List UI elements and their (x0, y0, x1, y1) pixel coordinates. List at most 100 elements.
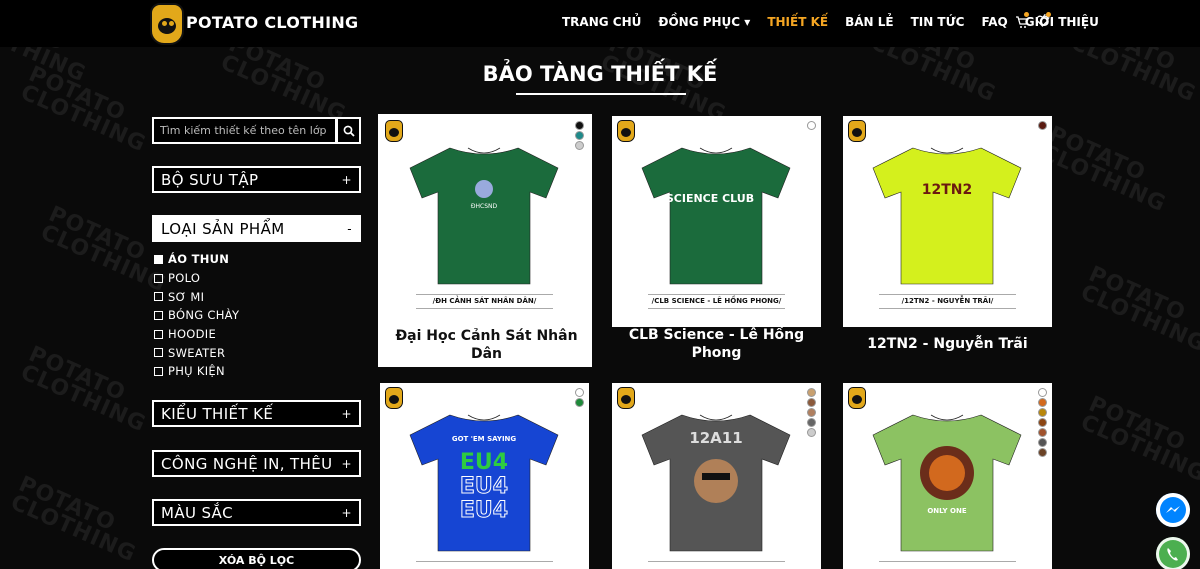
tshirt-image[interactable]: 12TN2 (861, 134, 1034, 292)
tshirt-image[interactable]: ONLY ONE (861, 401, 1034, 559)
option-bong-chay[interactable]: BÓNG CHÀY (154, 306, 239, 325)
checkbox[interactable] (154, 310, 163, 320)
svg-text:ONLY ONE: ONLY ONE (927, 507, 966, 515)
option-label: ÁO THUN (168, 252, 230, 267)
color-swatch[interactable] (1038, 418, 1047, 427)
color-swatch[interactable] (575, 131, 584, 140)
product-card[interactable]: SCIENCE CLUB /CLB SCIENCE - LÊ HỒNG PHON… (612, 116, 821, 327)
collapse-icon: - (347, 221, 352, 236)
filter-design-type-label: KIỂU THIẾT KẾ (161, 404, 274, 423)
brand-name[interactable]: POTATO CLOTHING (186, 13, 358, 32)
color-swatches (575, 121, 584, 150)
product-card[interactable]: 12TN2 /12TN2 - NGUYỄN TRÃI/ (843, 116, 1052, 327)
option-ao-thun[interactable]: ÁO THUN (154, 250, 239, 269)
color-swatch[interactable] (575, 121, 584, 130)
product-name[interactable]: Đại Học Cảnh Sát Nhân Dân (382, 327, 591, 363)
color-swatch[interactable] (575, 141, 584, 150)
filter-collection[interactable]: BỘ SƯU TẬP + (152, 166, 361, 193)
phone-button[interactable] (1156, 537, 1190, 569)
svg-text:12A11: 12A11 (689, 429, 742, 447)
nav-home[interactable]: TRANG CHỦ (562, 15, 641, 29)
divider (416, 294, 553, 295)
search-button[interactable] (336, 117, 361, 144)
cart-badge (1024, 12, 1029, 17)
color-swatch[interactable] (1038, 448, 1047, 457)
potato-logo-icon[interactable] (150, 3, 184, 45)
search-icon (343, 125, 355, 137)
nav-uniforms[interactable]: ĐỒNG PHỤC ▾ (658, 15, 750, 29)
messenger-button[interactable] (1156, 493, 1190, 527)
option-label: HOODIE (168, 327, 217, 342)
checkbox[interactable] (154, 292, 163, 302)
filter-print-tech[interactable]: CÔNG NGHỆ IN, THÊU + (152, 450, 361, 477)
divider (648, 308, 785, 309)
checkbox[interactable] (154, 348, 163, 358)
filter-print-tech-label: CÔNG NGHỆ IN, THÊU (161, 454, 333, 473)
option-phu-kien[interactable]: PHỤ KIỆN (154, 362, 239, 381)
expand-icon: + (341, 406, 352, 421)
product-name[interactable]: 12TN2 - Nguyễn Trãi (843, 335, 1052, 353)
nav-faq[interactable]: FAQ (981, 15, 1007, 29)
option-label: POLO (168, 271, 201, 286)
color-swatches (575, 388, 584, 407)
color-swatch[interactable] (575, 398, 584, 407)
product-card[interactable]: GOT 'EM SAYING EU4 EU4 EU4 (380, 383, 589, 569)
color-swatch[interactable] (807, 418, 816, 427)
option-so-mi[interactable]: SƠ MI (154, 287, 239, 306)
color-swatch[interactable] (807, 428, 816, 437)
product-caption: /CLB SCIENCE - LÊ HỒNG PHONG/ (651, 297, 782, 305)
expand-icon: + (341, 172, 352, 187)
option-polo[interactable]: POLO (154, 269, 239, 288)
product-caption: /12TN2 - NGUYỄN TRÃI/ (901, 297, 994, 305)
filter-collection-label: BỘ SƯU TẬP (161, 170, 259, 189)
divider (879, 294, 1016, 295)
cart-icon[interactable] (1015, 15, 1029, 33)
color-swatch[interactable] (1038, 438, 1047, 447)
product-name[interactable]: CLB Science - Lê Hồng Phong (612, 326, 821, 362)
option-hoodie[interactable]: HOODIE (154, 325, 239, 344)
tshirt-image[interactable]: 12A11 (630, 401, 803, 559)
color-swatch[interactable] (1038, 408, 1047, 417)
color-swatch[interactable] (1038, 121, 1047, 130)
divider (416, 561, 553, 562)
heart-icon[interactable] (1036, 15, 1049, 32)
product-type-options: ÁO THUN POLO SƠ MI BÓNG CHÀY HOODIE SWEA… (154, 250, 239, 381)
tshirt-image[interactable]: GOT 'EM SAYINGEU4EU4EU4 (398, 401, 571, 559)
divider (879, 561, 1016, 562)
checkbox[interactable] (154, 366, 163, 376)
product-card[interactable]: ONLY ONE (843, 383, 1052, 569)
color-swatch[interactable] (807, 388, 816, 397)
color-swatch[interactable] (1038, 428, 1047, 437)
filter-design-type[interactable]: KIỂU THIẾT KẾ + (152, 400, 361, 427)
clear-filter-button[interactable]: XÓA BỘ LỌC (152, 548, 361, 569)
option-label: SWEATER (168, 345, 226, 360)
expand-icon: + (341, 456, 352, 471)
nav-retail[interactable]: BÁN LẺ (845, 15, 894, 29)
nav-design[interactable]: THIẾT KẾ (767, 15, 828, 29)
checkbox[interactable] (154, 329, 163, 339)
color-swatch[interactable] (575, 388, 584, 397)
product-card[interactable]: ĐHCSND /ĐH CẢNH SÁT NHÂN DÂN/ (380, 116, 589, 327)
color-swatches (1038, 121, 1047, 130)
option-label: PHỤ KIỆN (168, 364, 225, 379)
checkbox[interactable] (154, 254, 163, 264)
svg-text:GOT 'EM SAYING: GOT 'EM SAYING (452, 435, 517, 443)
color-swatch[interactable] (807, 121, 816, 130)
color-swatches (807, 388, 816, 437)
search-input[interactable] (152, 117, 337, 144)
color-swatch[interactable] (807, 398, 816, 407)
nav-news[interactable]: TIN TỨC (911, 15, 965, 29)
color-swatch[interactable] (1038, 388, 1047, 397)
color-swatches (1038, 388, 1047, 457)
svg-text:SCIENCE CLUB: SCIENCE CLUB (666, 192, 754, 205)
product-card[interactable]: 12A11 (612, 383, 821, 569)
tshirt-image[interactable]: SCIENCE CLUB (630, 134, 803, 292)
tshirt-image[interactable]: ĐHCSND (398, 134, 571, 292)
filter-color[interactable]: MÀU SẮC + (152, 499, 361, 526)
divider (648, 561, 785, 562)
filter-product-type[interactable]: LOẠI SẢN PHẨM - (152, 215, 361, 242)
color-swatch[interactable] (1038, 398, 1047, 407)
color-swatch[interactable] (807, 408, 816, 417)
option-sweater[interactable]: SWEATER (154, 343, 239, 362)
checkbox[interactable] (154, 273, 163, 283)
